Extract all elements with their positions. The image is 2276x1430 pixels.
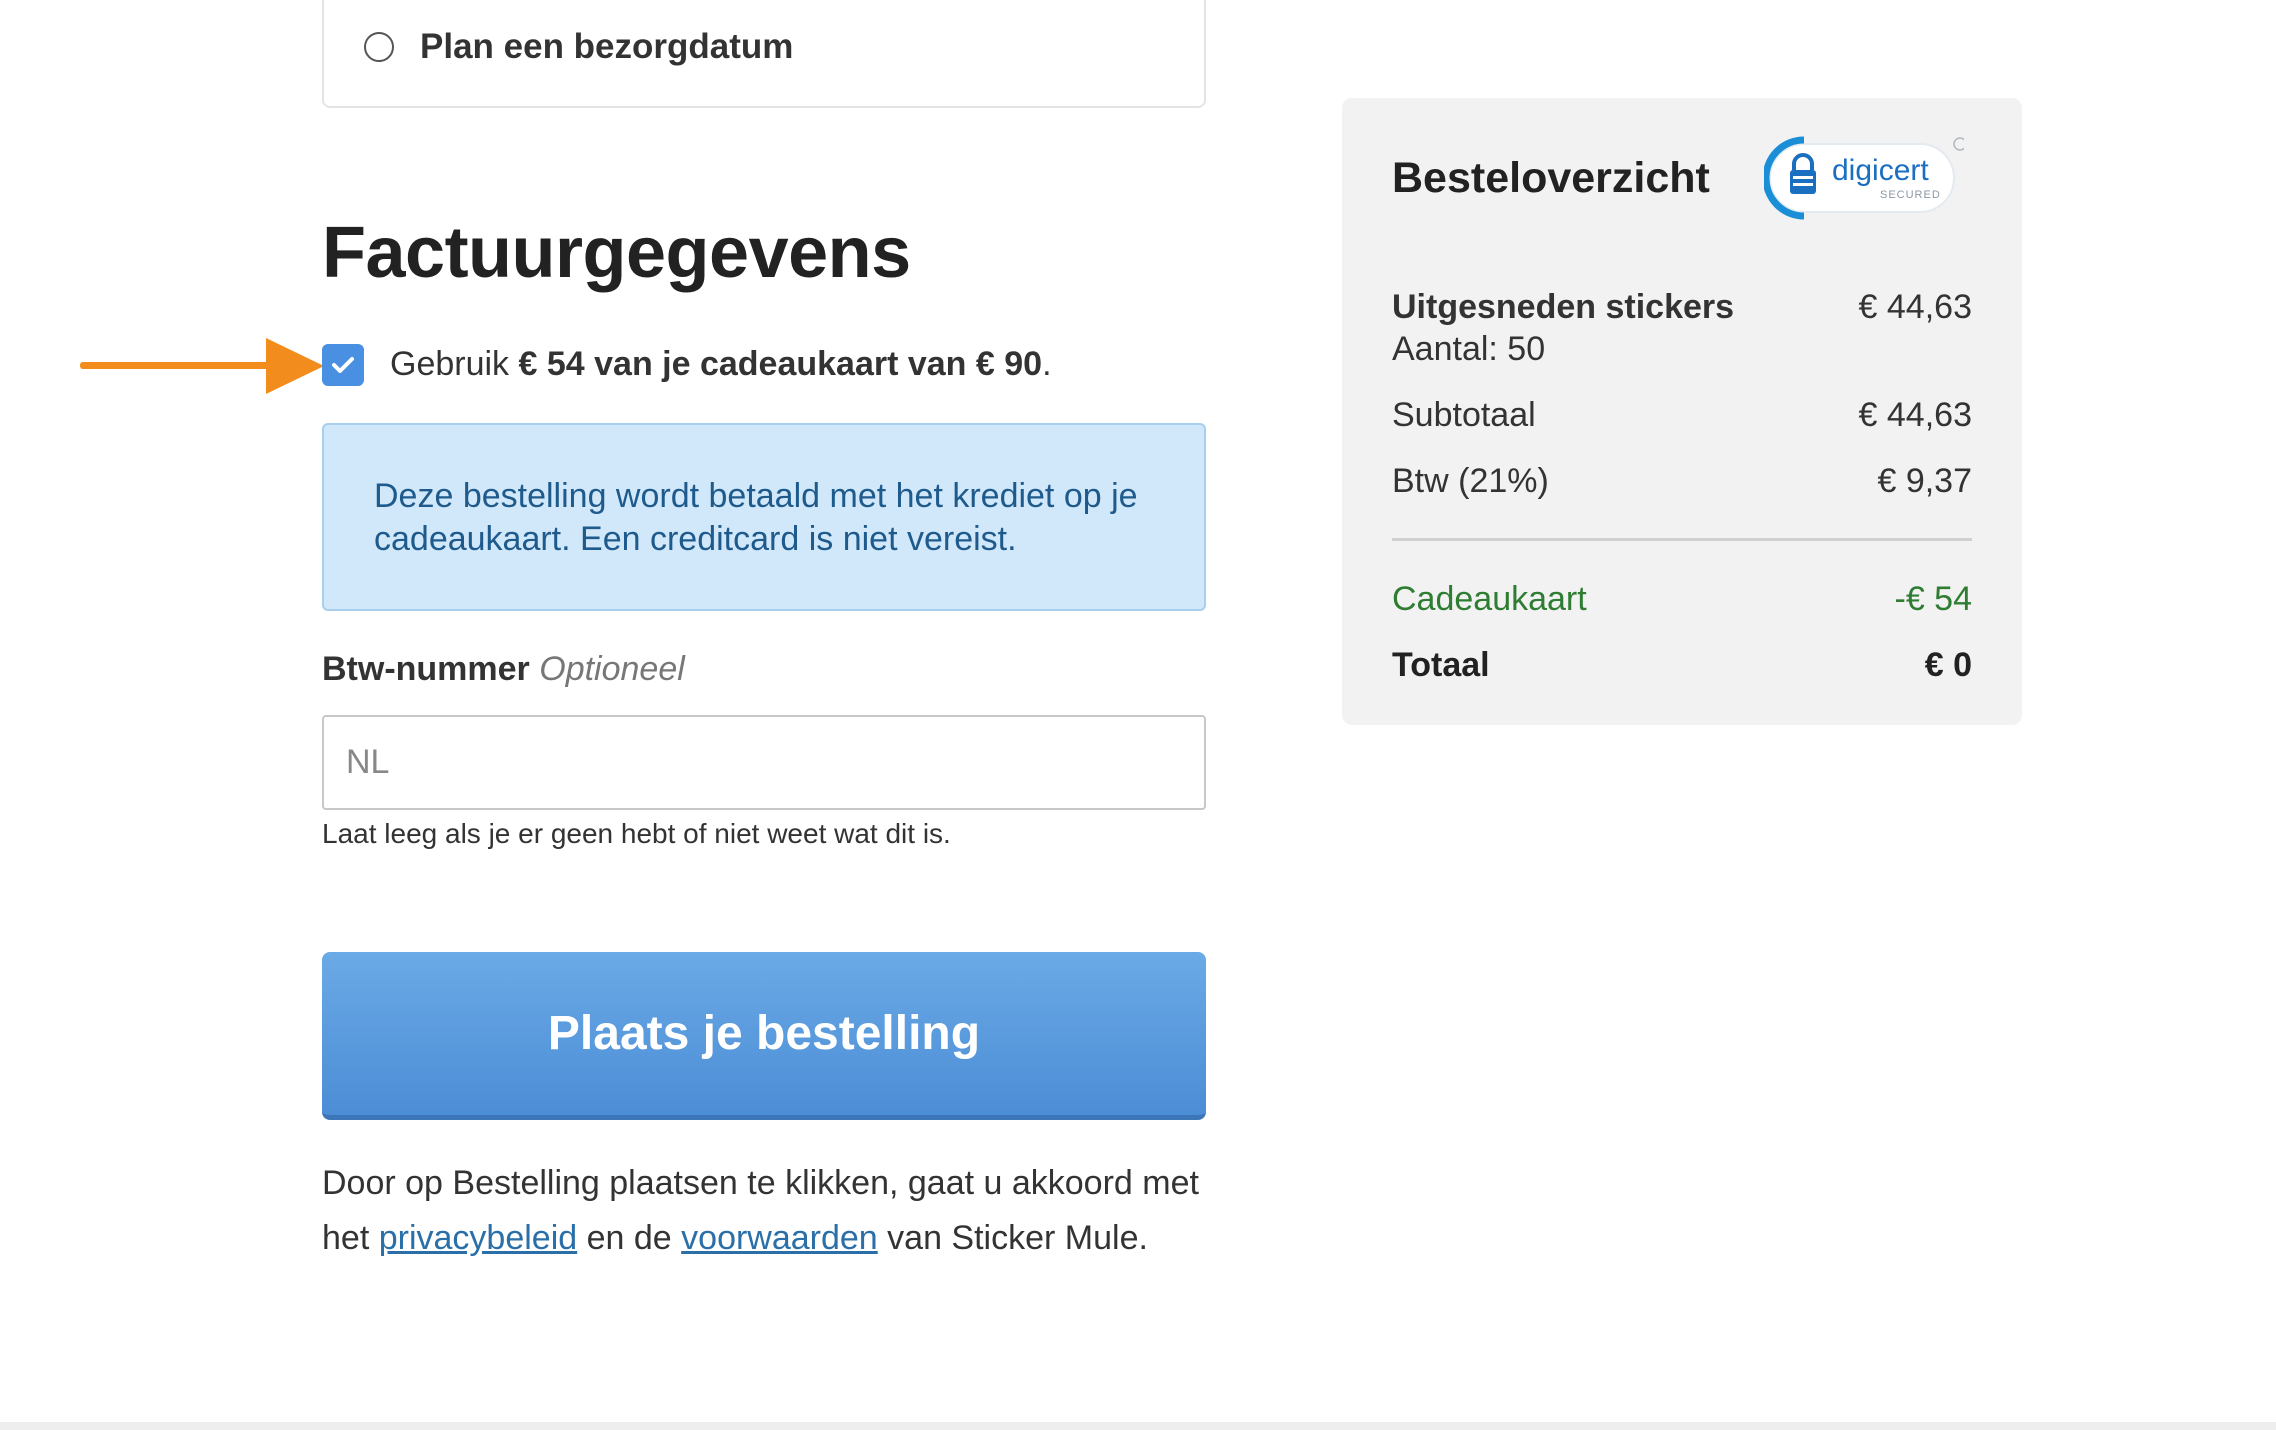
billing-title: Factuurgegevens [322, 213, 911, 293]
summary-row-subtotal: Subtotaal € 44,63 [1392, 396, 1972, 435]
order-summary-panel: Besteloverzicht digicert SECURED Uitgesn… [1342, 98, 2022, 725]
delivery-date-label[interactable]: Plan een bezorgdatum [420, 27, 793, 67]
subtotal-label: Subtotaal [1392, 396, 1536, 434]
footer-divider [0, 1422, 2276, 1430]
svg-text:digicert: digicert [1832, 154, 1929, 187]
annotation-arrow-icon [80, 338, 324, 394]
vat-number-label: Btw-nummer Optioneel [322, 650, 685, 689]
product-quantity: Aantal: 50 [1392, 330, 1546, 368]
summary-row-total: Totaal € 0 [1392, 646, 1972, 685]
summary-row-product: Uitgesneden stickers € 44,63 [1392, 288, 1972, 327]
total-label: Totaal [1392, 646, 1490, 684]
delivery-option-card[interactable]: Plan een bezorgdatum [322, 0, 1206, 108]
place-order-button[interactable]: Plaats je bestelling [322, 952, 1206, 1120]
vat-optional-text: Optioneel [539, 650, 685, 688]
product-price: € 44,63 [1858, 288, 1972, 326]
terms-part2: en de [577, 1219, 682, 1257]
vat-summary-label: Btw (21%) [1392, 462, 1549, 500]
giftcard-checkbox[interactable] [322, 344, 364, 386]
order-summary-title: Besteloverzicht [1392, 154, 1710, 202]
terms-text: Door op Bestelling plaatsen te klikken, … [322, 1156, 1222, 1266]
digicert-secured-badge[interactable]: digicert SECURED [1764, 136, 1964, 220]
delivery-date-radio[interactable] [364, 32, 394, 62]
subtotal-value: € 44,63 [1858, 396, 1972, 434]
vat-summary-value: € 9,37 [1877, 462, 1972, 500]
terms-part3: van Sticker Mule. [877, 1219, 1148, 1257]
summary-divider [1392, 538, 1972, 541]
giftcard-info-box: Deze bestelling wordt betaald met het kr… [322, 423, 1206, 611]
total-value: € 0 [1924, 646, 1972, 684]
checkmark-icon [332, 357, 354, 373]
giftcard-label-suffix: . [1042, 345, 1052, 383]
giftcard-label-prefix: Gebruik [390, 345, 519, 383]
product-name: Uitgesneden stickers [1392, 288, 1735, 326]
svg-text:SECURED: SECURED [1880, 189, 1941, 201]
giftcard-checkbox-label[interactable]: Gebruik € 54 van je cadeaukaart van € 90… [390, 345, 1052, 384]
giftcard-info-message: Deze bestelling wordt betaald met het kr… [374, 477, 1138, 558]
giftcard-summary-value: -€ 54 [1894, 580, 1973, 618]
vat-number-input[interactable] [322, 715, 1206, 810]
summary-row-giftcard: Cadeaukaart -€ 54 [1392, 580, 1972, 619]
vat-label-text: Btw-nummer [322, 650, 530, 688]
giftcard-label-amount: € 54 van je cadeaukaart van € 90 [518, 345, 1043, 383]
privacy-policy-link[interactable]: privacybeleid [379, 1219, 577, 1257]
vat-help-text: Laat leeg als je er geen hebt of niet we… [322, 818, 951, 849]
summary-row-vat: Btw (21%) € 9,37 [1392, 462, 1972, 501]
terms-conditions-link[interactable]: voorwaarden [681, 1219, 878, 1257]
giftcard-summary-label: Cadeaukaart [1392, 580, 1587, 618]
